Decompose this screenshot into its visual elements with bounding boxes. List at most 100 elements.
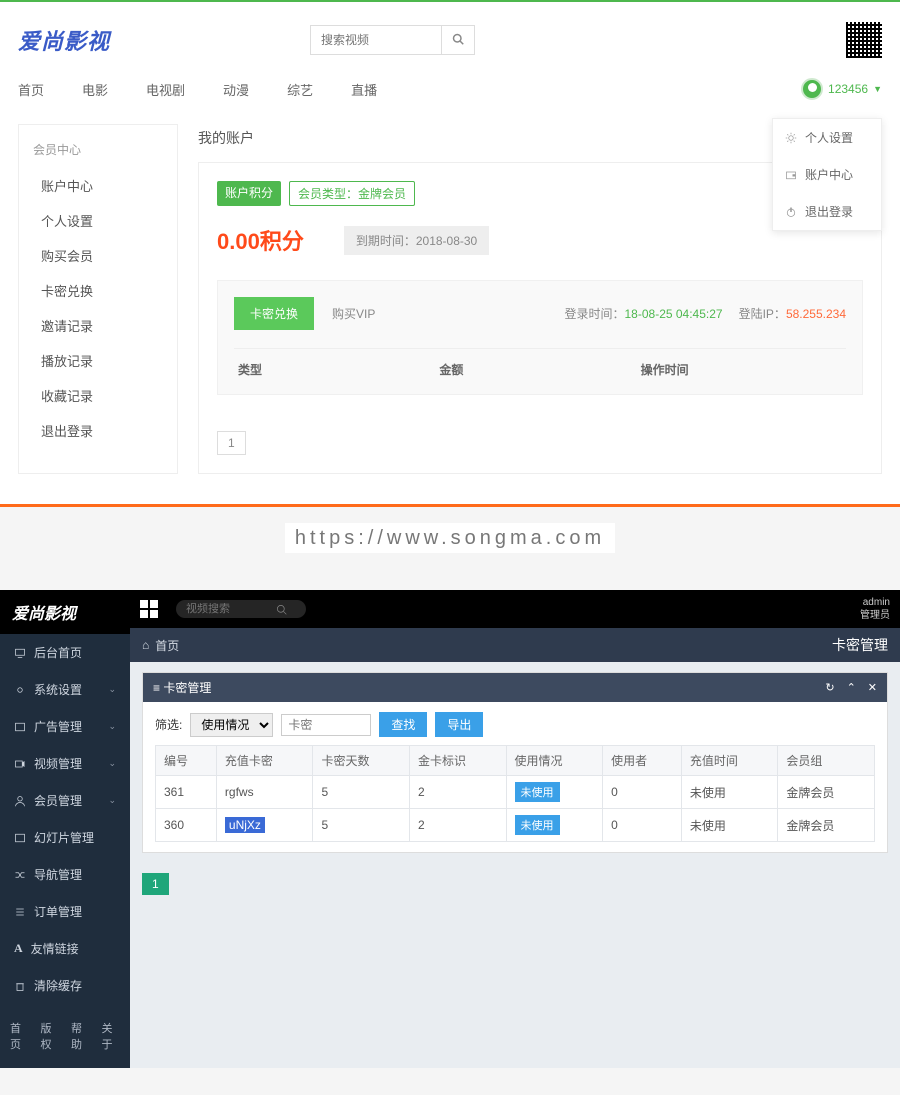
admin-nav-ads[interactable]: 广告管理⌄ [0,708,130,745]
user-chip[interactable]: 123456 ▼ [801,78,882,100]
search-input[interactable] [311,27,441,53]
expire-value: 2018-08-30 [416,234,477,248]
gear-icon [785,132,797,144]
admin-nav-member[interactable]: 会员管理⌄ [0,782,130,819]
sidebar-item-collect[interactable]: 收藏记录 [19,378,177,413]
sidebar-item-logout[interactable]: 退出登录 [19,413,177,448]
dropdown-logout-label: 退出登录 [805,203,853,220]
filter-select[interactable]: 使用情况 [190,713,273,737]
home-icon[interactable]: ⌂ [142,638,149,652]
close-icon[interactable]: ✕ [868,681,877,694]
buy-vip-link[interactable]: 购买VIP [332,305,375,322]
admin-role: 管理员 [860,609,890,622]
list-icon: ≡ [153,681,160,695]
footer-home[interactable]: 首页 [10,1020,29,1052]
card-exchange-button[interactable]: 卡密兑换 [234,297,314,330]
admin-nav-links[interactable]: A友情链接 [0,930,130,967]
nav-tv[interactable]: 电视剧 [146,80,185,99]
admin-page-title: 卡密管理 [832,635,888,655]
table-row[interactable]: 360 uNjXz 5 2 未使用 0 未使用 金牌会员 [156,809,875,842]
sidebar-item-account[interactable]: 账户中心 [19,168,177,203]
login-ip: 登陆IP：58.255.234 [739,305,846,322]
table-header-row: 编号 充值卡密 卡密天数 金卡标识 使用情况 使用者 充值时间 会员组 [156,746,875,776]
highlighted-code: uNjXz [225,817,265,833]
chevron-down-icon: ⌄ [108,721,116,732]
chevron-down-icon: ⌄ [108,684,116,695]
sidebar-item-profile[interactable]: 个人设置 [19,203,177,238]
admin-search-input[interactable] [186,603,276,615]
page-current[interactable]: 1 [142,873,169,895]
filter-label: 筛选: [155,716,182,733]
breadcrumb-bar: ⌂ 首页 卡密管理 [130,628,900,662]
nav-movie[interactable]: 电影 [82,80,108,99]
table-row[interactable]: 361 rgfws 5 2 未使用 0 未使用 金牌会员 [156,776,875,809]
sidebar-item-card[interactable]: 卡密兑换 [19,273,177,308]
col-amount: 金额 [439,361,640,378]
pager: 1 [217,431,863,455]
search-icon [452,33,464,45]
member-sidebar: 会员中心 账户中心 个人设置 购买会员 卡密兑换 邀请记录 播放记录 收藏记录 … [18,124,178,474]
sidebar-item-buy[interactable]: 购买会员 [19,238,177,273]
sidebar-item-invite[interactable]: 邀请记录 [19,308,177,343]
status-badge: 未使用 [515,815,560,835]
status-badge: 未使用 [515,782,560,802]
login-meta: 登录时间：18-08-25 04:45:27 登陆IP：58.255.234 [564,305,846,322]
admin-nav-system[interactable]: 系统设置⌄ [0,671,130,708]
admin-sidebar: 爱尚影视 后台首页 系统设置⌄ 广告管理⌄ 视频管理⌄ 会员管理⌄ 幻灯片管理 … [0,590,130,1068]
admin-nav-home[interactable]: 后台首页 [0,634,130,671]
col-optime: 操作时间 [641,361,842,378]
expire-chip: 到期时间：2018-08-30 [344,226,489,255]
sidebar-item-play[interactable]: 播放记录 [19,343,177,378]
action-subcard: 卡密兑换 购买VIP 登录时间：18-08-25 04:45:27 登陆IP：5… [217,280,863,395]
filter-input[interactable] [281,714,371,736]
main-nav: 首页 电影 电视剧 动漫 综艺 直播 123456 ▼ [18,72,882,112]
th-status: 使用情况 [506,746,603,776]
breadcrumb-home[interactable]: 首页 [155,637,179,654]
power-icon [785,206,797,218]
search-box [310,25,475,55]
admin-nav-video[interactable]: 视频管理⌄ [0,745,130,782]
admin-nav-navmgmt[interactable]: 导航管理 [0,856,130,893]
footer-about[interactable]: 关于 [102,1020,121,1052]
dropdown-account[interactable]: 账户中心 [773,156,881,193]
admin-nav-order[interactable]: 订单管理 [0,893,130,930]
footer-copyright[interactable]: 版权 [41,1020,60,1052]
nav-home[interactable]: 首页 [18,80,44,99]
th-days: 卡密天数 [313,746,410,776]
badge-member-type: 会员类型：金牌会员 [289,181,415,206]
nav-anime[interactable]: 动漫 [223,80,249,99]
page-1[interactable]: 1 [217,431,246,455]
admin-nav-slide[interactable]: 幻灯片管理 [0,819,130,856]
panel-header: ≡ 卡密管理 ↻ ⌃ ✕ [143,673,887,702]
chevron-down-icon: ▼ [873,84,882,94]
card-mgmt-panel: ≡ 卡密管理 ↻ ⌃ ✕ 筛选: 使用情况 查找 导出 [142,672,888,853]
nav-live[interactable]: 直播 [351,80,377,99]
badge-row: 账户积分 会员类型：金牌会员 [217,181,863,206]
collapse-icon[interactable]: ⌃ [847,681,856,694]
admin-nav-cache[interactable]: 清除缓存 [0,967,130,1004]
nav-variety[interactable]: 综艺 [287,80,313,99]
main-panel: 个人设置 账户中心 退出登录 我的账户 账户积分 会员类型：金牌会员 [198,124,882,474]
dropdown-profile[interactable]: 个人设置 [773,119,881,156]
video-icon [14,758,26,770]
log-table-header: 类型 金额 操作时间 [234,348,846,378]
search-button[interactable] [441,26,474,54]
points-row: 0.00积分 到期时间：2018-08-30 [217,224,863,256]
user-icon [14,795,26,807]
dropdown-logout[interactable]: 退出登录 [773,193,881,230]
ad-icon [14,721,26,733]
chevron-down-icon: ⌄ [108,795,116,806]
admin-search [176,600,306,618]
admin-top-user[interactable]: admin 管理员 [860,596,890,622]
footer-help[interactable]: 帮助 [71,1020,90,1052]
apps-icon[interactable] [140,600,158,618]
search-button[interactable]: 查找 [379,712,427,737]
admin-screenshot: 爱尚影视 后台首页 系统设置⌄ 广告管理⌄ 视频管理⌄ 会员管理⌄ 幻灯片管理 … [0,590,900,1068]
th-group: 会员组 [778,746,875,776]
export-button[interactable]: 导出 [435,712,483,737]
watermark-url: https://www.songma.com [0,507,900,590]
dropdown-profile-label: 个人设置 [805,129,853,146]
admin-footer: 首页 版权 帮助 关于 [0,1004,130,1068]
th-code: 充值卡密 [216,746,313,776]
reload-icon[interactable]: ↻ [825,681,834,694]
